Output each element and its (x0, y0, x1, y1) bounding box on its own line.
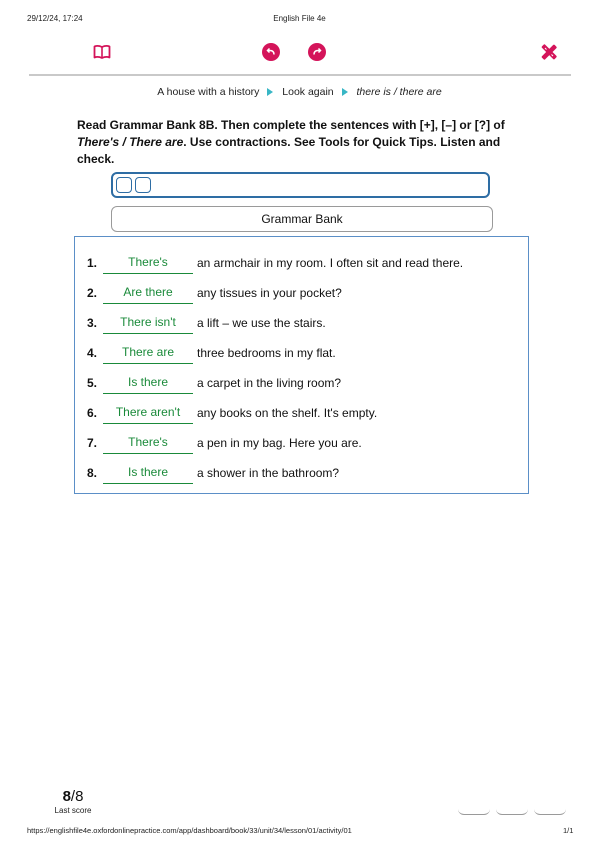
exercise-row: 5. Is there a carpet in the living room? (75, 368, 528, 398)
grammar-bank-button[interactable]: Grammar Bank (111, 206, 493, 232)
item-number: 1. (87, 256, 98, 270)
breadcrumb-item[interactable]: Look again (282, 86, 333, 98)
last-score: 8/8 Last score (50, 788, 96, 815)
empty-slot[interactable] (135, 177, 151, 193)
breadcrumb: A house with a history Look again there … (0, 86, 599, 98)
score-number: 8 (62, 788, 71, 805)
answer-field[interactable]: There's (103, 432, 193, 454)
instructions-italic: There's / There are (77, 135, 184, 149)
item-number: 2. (87, 286, 98, 300)
sentence-text: a lift – we use the stairs. (197, 316, 326, 330)
answer-input-box[interactable] (111, 172, 490, 198)
activity-instructions: Read Grammar Bank 8B. Then complete the … (77, 117, 527, 168)
sentence-text: a carpet in the living room? (197, 376, 342, 390)
item-number: 3. (87, 316, 98, 330)
item-number: 6. (87, 406, 98, 420)
exercise-row: 4. There are three bedrooms in my flat. (75, 338, 528, 368)
answer-field[interactable]: There's (103, 252, 193, 274)
item-number: 5. (87, 376, 98, 390)
redo-icon[interactable] (308, 43, 326, 61)
book-icon[interactable] (93, 43, 111, 61)
nav-button[interactable] (534, 806, 566, 815)
empty-slot[interactable] (116, 177, 132, 193)
sentence-text: three bedrooms in my flat. (197, 346, 336, 360)
nav-button[interactable] (496, 806, 528, 815)
sentence-text: a pen in my bag. Here you are. (197, 436, 362, 450)
print-title: English File 4e (273, 14, 326, 23)
answer-field[interactable]: Is there (103, 462, 193, 484)
item-number: 8. (87, 466, 98, 480)
tools-icon[interactable] (539, 42, 557, 60)
exercise-row: 6. There aren't any books on the shelf. … (75, 398, 528, 428)
score-label: Last score (54, 806, 92, 815)
exercise-row: 7. There's a pen in my bag. Here you are… (75, 428, 528, 458)
sentence-text: any tissues in your pocket? (197, 286, 342, 300)
answer-field[interactable]: There aren't (103, 402, 193, 424)
exercise-row: 1. There's an armchair in my room. I oft… (75, 248, 528, 278)
item-number: 7. (87, 436, 98, 450)
answer-field[interactable]: Is there (103, 372, 193, 394)
nav-button[interactable] (458, 806, 490, 815)
exercise-row: 3. There isn't a lift – we use the stair… (75, 308, 528, 338)
breadcrumb-item[interactable]: A house with a history (157, 86, 259, 98)
exercise-row: 8. Is there a shower in the bathroom? (75, 458, 528, 488)
instructions-text: Read Grammar Bank 8B. Then complete the … (77, 118, 505, 132)
breadcrumb-separator-icon (341, 88, 348, 97)
exercise-panel: 1. There's an armchair in my room. I oft… (74, 236, 529, 494)
answer-field[interactable]: Are there (103, 282, 193, 304)
answer-field[interactable]: There are (103, 342, 193, 364)
answer-field[interactable]: There isn't (103, 312, 193, 334)
breadcrumb-current: there is / there are (356, 86, 442, 98)
item-number: 4. (87, 346, 98, 360)
footer-url: https://englishfile4e.oxfordonlinepracti… (27, 826, 352, 835)
breadcrumb-separator-icon (267, 88, 274, 97)
exercise-row: 2. Are there any tissues in your pocket? (75, 278, 528, 308)
score-total: /8 (70, 788, 84, 805)
sentence-text: any books on the shelf. It's empty. (197, 406, 378, 420)
score-value: 8/8 (50, 788, 96, 805)
sentence-text: an armchair in my room. I often sit and … (197, 256, 464, 270)
undo-icon[interactable] (262, 43, 280, 61)
footer-page-number: 1/1 (563, 826, 574, 835)
sentence-text: a shower in the bathroom? (197, 466, 340, 480)
activity-toolbar (29, 34, 571, 76)
